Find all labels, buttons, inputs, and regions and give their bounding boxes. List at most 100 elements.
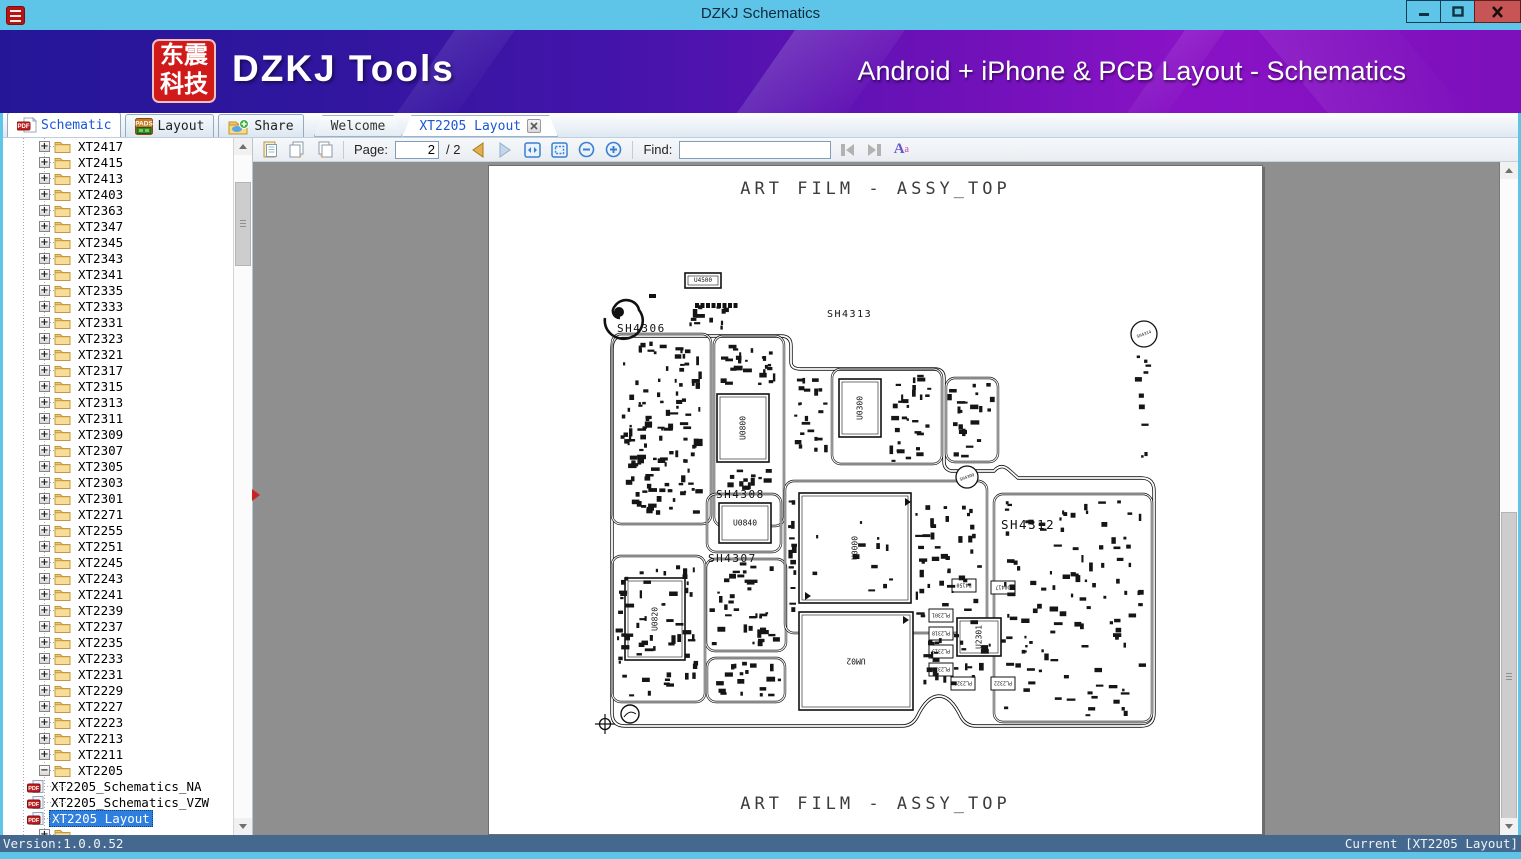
tree-item-folder[interactable]: +XT2211 bbox=[3, 746, 233, 762]
expand-box-icon[interactable]: + bbox=[39, 285, 50, 296]
splitter-collapse-arrow[interactable] bbox=[252, 489, 260, 501]
tree-item-folder[interactable]: +XT2245 bbox=[3, 554, 233, 570]
tree-item-folder[interactable]: +XT2255 bbox=[3, 522, 233, 538]
expand-box-icon[interactable]: + bbox=[39, 669, 50, 680]
tree-scrollbar[interactable] bbox=[233, 138, 252, 835]
tree-item-folder[interactable]: +XT2239 bbox=[3, 602, 233, 618]
next-view-button[interactable] bbox=[313, 140, 335, 160]
maximize-button[interactable] bbox=[1440, 0, 1475, 23]
collapse-box-icon[interactable]: − bbox=[39, 765, 50, 776]
tree-item-folder[interactable]: +XT2251 bbox=[3, 538, 233, 554]
tree-item-folder[interactable]: +XT2315 bbox=[3, 378, 233, 394]
expand-box-icon[interactable]: + bbox=[39, 157, 50, 168]
tab-layout[interactable]: PADS Layout bbox=[125, 114, 214, 137]
tree-item-folder[interactable]: +XT2303 bbox=[3, 474, 233, 490]
tree-item-folder[interactable]: +XT2233 bbox=[3, 650, 233, 666]
previous-page-button[interactable] bbox=[467, 140, 489, 160]
expand-box-icon[interactable]: + bbox=[39, 733, 50, 744]
tree-item-folder[interactable]: +XT2311 bbox=[3, 410, 233, 426]
expand-box-icon[interactable]: + bbox=[39, 685, 50, 696]
expand-box-icon[interactable]: + bbox=[39, 589, 50, 600]
tree-item-folder[interactable]: +XT2237 bbox=[3, 618, 233, 634]
tree-item-folder[interactable]: +XT2241 bbox=[3, 586, 233, 602]
expand-box-icon[interactable]: + bbox=[39, 509, 50, 520]
tree-item-folder[interactable]: +XT2347 bbox=[3, 218, 233, 234]
tree-item-folder[interactable]: +XT2213 bbox=[3, 730, 233, 746]
tree-item-folder[interactable]: +XT2415 bbox=[3, 154, 233, 170]
next-page-button[interactable] bbox=[494, 140, 516, 160]
expand-box-icon[interactable]: + bbox=[39, 269, 50, 280]
tree-item-folder[interactable]: +XT2345 bbox=[3, 234, 233, 250]
expand-box-icon[interactable]: + bbox=[39, 701, 50, 712]
tree-item-folder[interactable]: +XT2271 bbox=[3, 506, 233, 522]
tree-scroll-thumb[interactable] bbox=[235, 182, 251, 266]
canvas-area[interactable]: ART FILM - ASSY_TOP U4500U0800U0300U0840… bbox=[253, 162, 1499, 835]
expand-box-icon[interactable]: + bbox=[39, 333, 50, 344]
zoom-out-button[interactable] bbox=[575, 140, 597, 160]
fit-width-button[interactable] bbox=[521, 140, 543, 160]
expand-box-icon[interactable]: + bbox=[39, 717, 50, 728]
expand-box-icon[interactable]: + bbox=[39, 301, 50, 312]
tree-item-folder[interactable]: +XT2363 bbox=[3, 202, 233, 218]
tree-item-folder[interactable]: +XT2227 bbox=[3, 698, 233, 714]
tree-item-folder[interactable]: +XT2317 bbox=[3, 362, 233, 378]
expand-box-icon[interactable]: + bbox=[39, 461, 50, 472]
zoom-in-button[interactable] bbox=[602, 140, 624, 160]
tree-item-folder[interactable]: +XT2323 bbox=[3, 330, 233, 346]
tree-item-folder[interactable]: +XT2417 bbox=[3, 138, 233, 154]
expand-box-icon[interactable]: + bbox=[39, 429, 50, 440]
expand-box-icon[interactable]: + bbox=[39, 365, 50, 376]
viewer-scroll-thumb[interactable] bbox=[1501, 512, 1517, 835]
tree-item-folder[interactable]: +XT2231 bbox=[3, 666, 233, 682]
expand-box-icon[interactable]: + bbox=[39, 349, 50, 360]
expand-box-icon[interactable]: + bbox=[39, 477, 50, 488]
doc-tab-xt2205-layout[interactable]: XT2205 Layout bbox=[402, 115, 558, 137]
clipboard-button[interactable] bbox=[259, 140, 281, 160]
doc-tab-welcome[interactable]: Welcome bbox=[314, 115, 403, 137]
expand-box-icon[interactable]: + bbox=[39, 653, 50, 664]
tree-item-pdf[interactable]: PDFXT2205_Schematics_NA bbox=[3, 778, 233, 794]
expand-box-icon[interactable]: + bbox=[39, 253, 50, 264]
tree-item-folder[interactable]: +XT2305 bbox=[3, 458, 233, 474]
find-next-button[interactable] bbox=[863, 140, 885, 160]
tree-item-folder[interactable]: +XT2313 bbox=[3, 394, 233, 410]
tree-item-folder[interactable]: +XT2341 bbox=[3, 266, 233, 282]
tree-item-folder[interactable]: +XT2413 bbox=[3, 170, 233, 186]
expand-box-icon[interactable]: + bbox=[39, 525, 50, 536]
scroll-down-arrow[interactable] bbox=[1500, 818, 1518, 835]
expand-box-icon[interactable]: + bbox=[39, 141, 50, 152]
page-number-input[interactable] bbox=[395, 141, 439, 159]
expand-box-icon[interactable]: + bbox=[39, 221, 50, 232]
tree-item-folder[interactable]: +XT2335 bbox=[3, 282, 233, 298]
viewer-scrollbar[interactable] bbox=[1499, 162, 1518, 835]
tree-item-folder[interactable]: +XT2223 bbox=[3, 714, 233, 730]
tree-item-pdf[interactable]: PDFXT2205_Schematics_VZW bbox=[3, 794, 233, 810]
tree-item-folder[interactable]: +XT2229 bbox=[3, 682, 233, 698]
expand-box-icon[interactable]: + bbox=[39, 541, 50, 552]
tree-item-folder[interactable]: +XT2321 bbox=[3, 346, 233, 362]
scroll-up-arrow[interactable] bbox=[1500, 162, 1518, 179]
expand-box-icon[interactable]: + bbox=[39, 397, 50, 408]
find-previous-button[interactable] bbox=[836, 140, 858, 160]
tab-share[interactable]: Share bbox=[218, 114, 303, 137]
tree-item-folder[interactable]: +XT2333 bbox=[3, 298, 233, 314]
expand-box-icon[interactable]: + bbox=[39, 237, 50, 248]
expand-box-icon[interactable]: + bbox=[39, 829, 50, 836]
close-button[interactable] bbox=[1474, 0, 1521, 23]
scroll-down-arrow[interactable] bbox=[234, 818, 252, 835]
match-case-button[interactable]: Aa bbox=[890, 140, 912, 160]
tree-item-folder[interactable]: +XT2309 bbox=[3, 426, 233, 442]
tree-item-pdf[interactable]: PDFXT2205 Layout bbox=[3, 810, 233, 826]
expand-box-icon[interactable]: + bbox=[39, 413, 50, 424]
tree-item-folder[interactable]: + bbox=[3, 826, 233, 835]
expand-box-icon[interactable]: + bbox=[39, 189, 50, 200]
tree-item-folder[interactable]: +XT2301 bbox=[3, 490, 233, 506]
expand-box-icon[interactable]: + bbox=[39, 557, 50, 568]
fit-page-button[interactable] bbox=[548, 140, 570, 160]
minimize-button[interactable] bbox=[1406, 0, 1441, 23]
tree-item-folder[interactable]: +XT2235 bbox=[3, 634, 233, 650]
expand-box-icon[interactable]: + bbox=[39, 749, 50, 760]
scroll-up-arrow[interactable] bbox=[234, 138, 252, 155]
expand-box-icon[interactable]: + bbox=[39, 605, 50, 616]
expand-box-icon[interactable]: + bbox=[39, 621, 50, 632]
